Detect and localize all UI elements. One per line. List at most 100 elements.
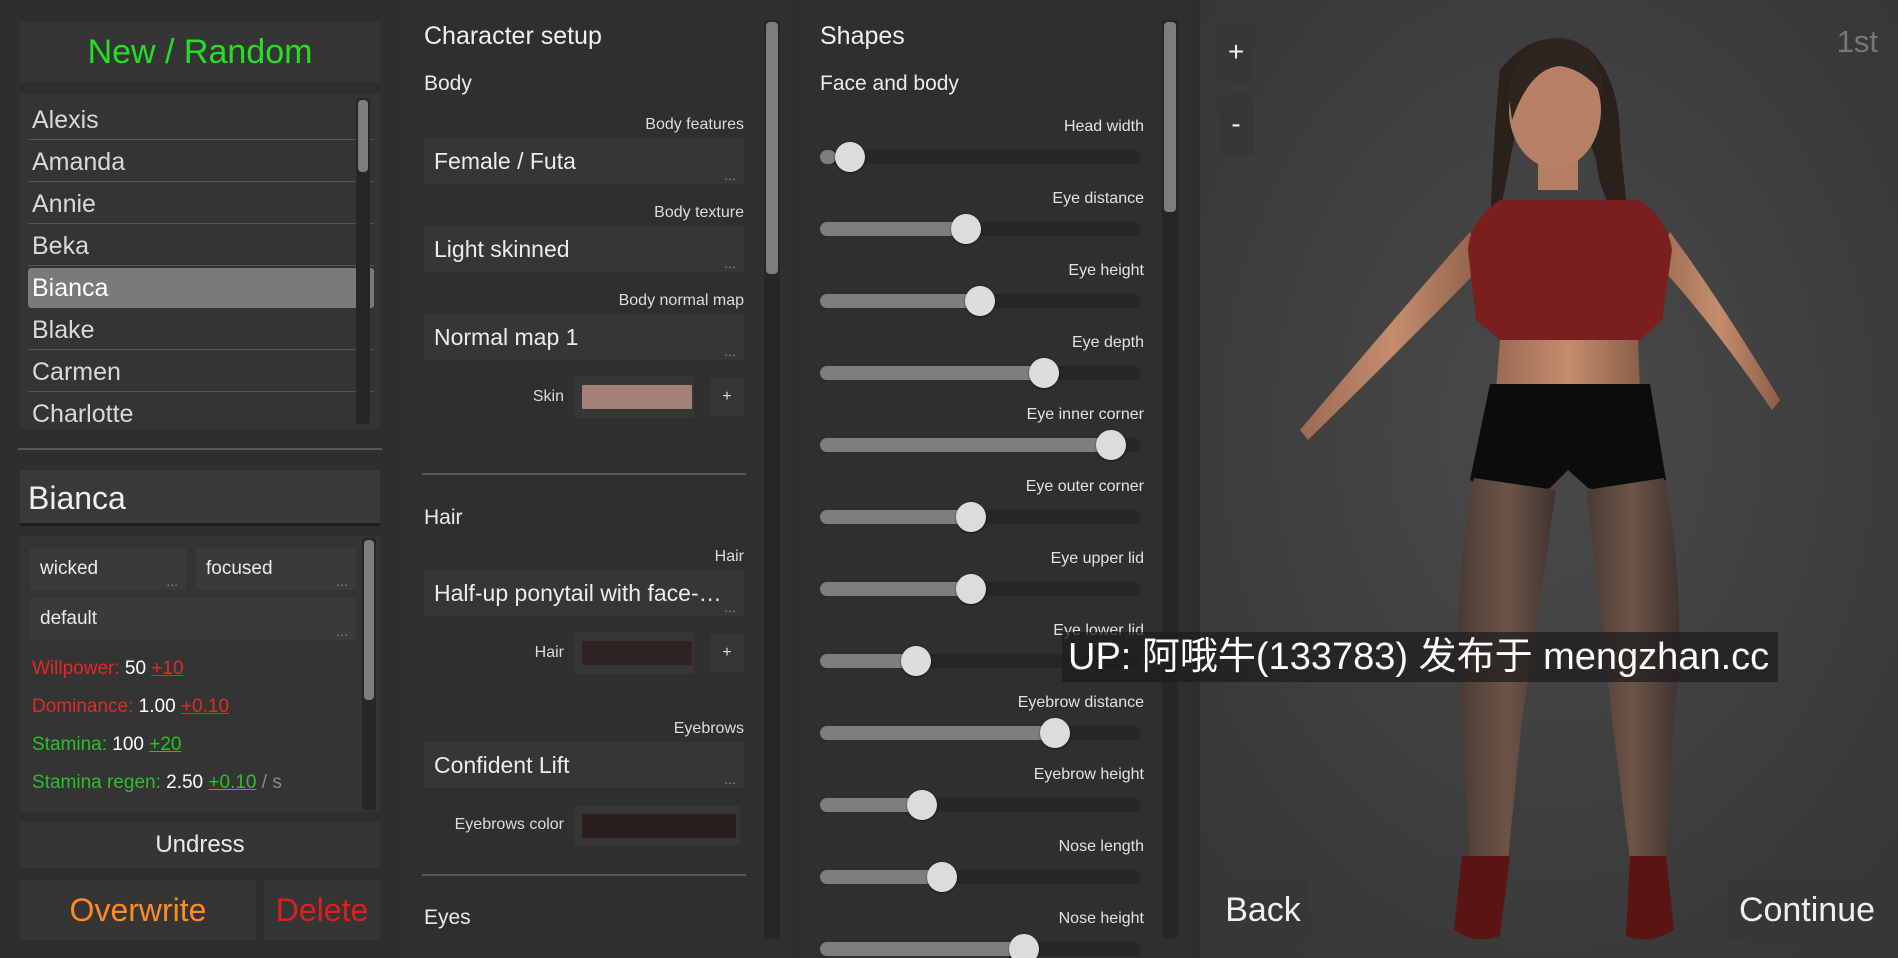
hair-color-label: Hair bbox=[534, 644, 564, 661]
eye-inner-corner-slider[interactable] bbox=[820, 430, 1140, 460]
eye-height-slider[interactable] bbox=[820, 286, 1140, 316]
back-button[interactable]: Back bbox=[1218, 880, 1308, 940]
zoom-out-button[interactable]: - bbox=[1218, 94, 1254, 154]
nose-height-slider-fill bbox=[820, 942, 1028, 956]
character-model-preview bbox=[1200, 0, 1898, 958]
stat-willpower-value: 50 bbox=[124, 658, 147, 679]
eye-lower-lid-slider-knob[interactable] bbox=[901, 646, 932, 676]
head-width-slider-knob[interactable] bbox=[834, 142, 865, 172]
dropdown-dots-icon: ... bbox=[336, 623, 348, 639]
hair-label: Hair bbox=[714, 548, 744, 565]
shape-slider-list: Head width Eye distance Eye height Eye dept… bbox=[820, 0, 1144, 958]
eye-inner-corner-label: Eye inner corner bbox=[1026, 406, 1144, 423]
eye-outer-corner-slider-knob[interactable] bbox=[956, 502, 987, 532]
character-list-scrollbar[interactable] bbox=[356, 98, 370, 424]
trait-dropdown-1[interactable]: wicked ... bbox=[30, 548, 186, 590]
new-random-button[interactable]: New / Random bbox=[20, 22, 380, 82]
character-item-beka[interactable]: Beka bbox=[28, 226, 374, 266]
character-setup-title: Character setup bbox=[424, 22, 602, 50]
body-features-dropdown[interactable]: Female / Futa ... bbox=[424, 138, 744, 184]
eye-upper-lid-slider[interactable] bbox=[820, 574, 1140, 604]
watermark-overlay: UP: 阿哦牛(133783) 发布于 mengzhan.cc bbox=[1062, 632, 1778, 682]
body-texture-value: Light skinned bbox=[434, 236, 570, 262]
nose-length-slider[interactable] bbox=[820, 862, 1140, 892]
head-width-label: Head width bbox=[1063, 118, 1144, 135]
nose-height-slider[interactable] bbox=[820, 934, 1140, 958]
setup-divider-2 bbox=[422, 874, 746, 876]
eye-depth-slider[interactable] bbox=[820, 358, 1140, 388]
character-viewport[interactable]: + - 1st Back Continue bbox=[1200, 0, 1898, 958]
eyebrow-height-slider[interactable] bbox=[820, 790, 1140, 820]
shapes-scroll-thumb[interactable] bbox=[1164, 22, 1176, 212]
nose-height-label: Nose height bbox=[1058, 910, 1144, 927]
eyebrows-color-picker[interactable] bbox=[574, 806, 740, 846]
stat-dominance-bonus[interactable]: +0.10 bbox=[181, 696, 229, 717]
shapes-scrollbar[interactable] bbox=[1162, 20, 1178, 938]
body-texture-dropdown[interactable]: Light skinned ... bbox=[424, 226, 744, 272]
hair-color-picker[interactable] bbox=[574, 632, 694, 674]
body-normal-map-value: Normal map 1 bbox=[434, 324, 579, 350]
character-item-charlotte[interactable]: Charlotte bbox=[28, 394, 374, 430]
undress-button[interactable]: Undress bbox=[20, 822, 380, 868]
stat-willpower-bonus[interactable]: +10 bbox=[151, 658, 183, 679]
character-list[interactable]: Alexis Amanda Annie Beka Bianca Blake Ca… bbox=[20, 94, 380, 430]
head-width-slider[interactable] bbox=[820, 142, 1140, 172]
eye-height-slider-knob[interactable] bbox=[965, 286, 995, 316]
stat-stamina-bonus[interactable]: +20 bbox=[149, 734, 181, 755]
hair-value: Half-up ponytail with face-… bbox=[434, 580, 722, 606]
continue-button[interactable]: Continue bbox=[1728, 880, 1886, 940]
overwrite-button[interactable]: Overwrite bbox=[20, 880, 256, 940]
character-item-carmen[interactable]: Carmen bbox=[28, 352, 374, 392]
body-section-title: Body bbox=[424, 72, 472, 95]
eyebrow-height-slider-knob[interactable] bbox=[907, 790, 937, 820]
setup-divider-1 bbox=[422, 473, 746, 475]
character-item-blake[interactable]: Blake bbox=[28, 310, 374, 350]
eye-upper-lid-slider-knob[interactable] bbox=[956, 574, 987, 604]
nose-height-slider-knob[interactable] bbox=[1008, 934, 1039, 958]
stat-willpower-label: Willpower: bbox=[32, 658, 120, 679]
stat-stamina-regen: Stamina regen: 2.50 +0.10 / s bbox=[32, 772, 282, 794]
eye-depth-slider-knob[interactable] bbox=[1028, 358, 1059, 388]
character-item-annie[interactable]: Annie bbox=[28, 184, 374, 224]
setup-scrollbar[interactable] bbox=[764, 20, 780, 938]
eye-inner-corner-slider-knob[interactable] bbox=[1095, 430, 1126, 460]
eyebrow-height-slider-fill bbox=[820, 798, 916, 812]
zoom-in-button[interactable]: + bbox=[1218, 22, 1254, 82]
body-normal-map-dropdown[interactable]: Normal map 1 ... bbox=[424, 314, 744, 360]
dropdown-dots-icon: ... bbox=[724, 343, 736, 359]
eyebrow-distance-slider-knob[interactable] bbox=[1040, 718, 1071, 748]
eyebrows-value: Confident Lift bbox=[434, 752, 570, 778]
trait-1-label: wicked bbox=[40, 558, 99, 579]
eye-distance-slider-knob[interactable] bbox=[950, 214, 981, 244]
character-list-scroll-thumb[interactable] bbox=[358, 100, 368, 172]
hair-add-button[interactable]: + bbox=[710, 634, 744, 672]
setup-scroll-thumb[interactable] bbox=[766, 22, 778, 274]
delete-button[interactable]: Delete bbox=[264, 880, 380, 940]
eyebrow-distance-slider[interactable] bbox=[820, 718, 1140, 748]
head-width-slider-track[interactable] bbox=[820, 150, 1140, 164]
skin-add-button[interactable]: + bbox=[710, 378, 744, 416]
trait-dropdown-3[interactable]: default ... bbox=[30, 598, 356, 640]
hair-dropdown[interactable]: Half-up ponytail with face-… ... bbox=[424, 570, 744, 616]
character-item-amanda[interactable]: Amanda bbox=[28, 142, 374, 182]
stat-stamina-regen-bonus[interactable]: +0.10 bbox=[208, 772, 256, 793]
skin-color-picker[interactable] bbox=[574, 376, 694, 418]
shapes-panel: Shapes Face and body Head width Eye dista… bbox=[800, 0, 1192, 958]
character-item-bianca[interactable]: Bianca bbox=[28, 268, 374, 308]
trait-panel-scrollbar[interactable] bbox=[362, 538, 376, 810]
nose-length-slider-knob[interactable] bbox=[927, 862, 958, 892]
view-mode-label[interactable]: 1st bbox=[1837, 24, 1878, 60]
trait-dropdown-2[interactable]: focused ... bbox=[196, 548, 356, 590]
eye-distance-slider[interactable] bbox=[820, 214, 1140, 244]
character-item-alexis[interactable]: Alexis bbox=[28, 100, 374, 140]
trait-panel-scroll-thumb[interactable] bbox=[364, 540, 374, 700]
stat-stamina-label: Stamina: bbox=[32, 734, 107, 755]
hair-section-title: Hair bbox=[424, 506, 463, 529]
eyebrows-dropdown[interactable]: Confident Lift ... bbox=[424, 742, 744, 788]
eye-outer-corner-slider-fill bbox=[820, 510, 971, 524]
body-normal-map-label: Body normal map bbox=[618, 292, 744, 309]
eye-outer-corner-slider[interactable] bbox=[820, 502, 1140, 532]
character-name-field[interactable]: Bianca bbox=[20, 470, 380, 526]
left-divider bbox=[18, 448, 382, 450]
dropdown-dots-icon: ... bbox=[724, 255, 736, 271]
